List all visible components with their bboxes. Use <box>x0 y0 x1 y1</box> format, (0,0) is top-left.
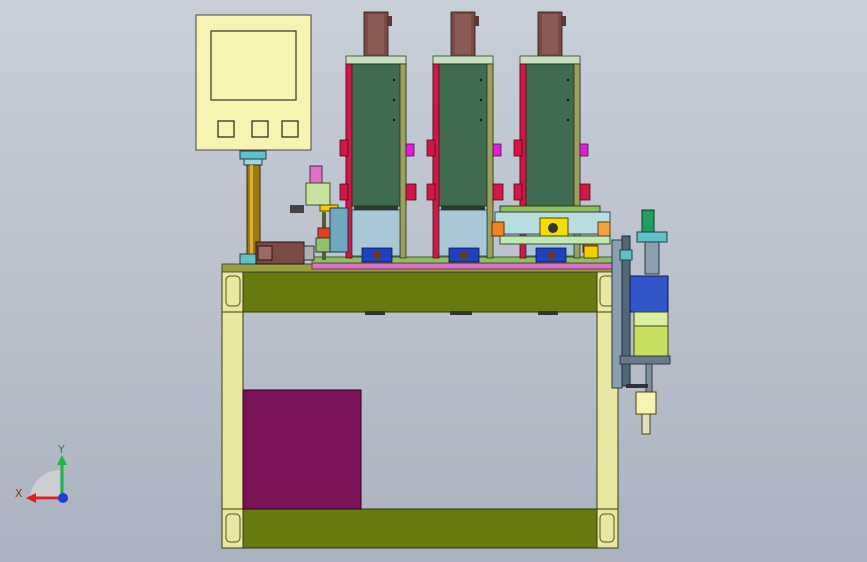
hmi-screen <box>210 30 297 101</box>
hmi-button-2[interactable] <box>251 120 269 138</box>
axis-triad: X Y <box>15 443 68 503</box>
hmi-button-1[interactable] <box>217 120 235 138</box>
triad-y-label: Y <box>57 443 65 456</box>
cad-viewport[interactable]: X Y <box>0 0 867 562</box>
frame-bottom-beam <box>242 508 598 549</box>
hmi-panel <box>195 14 312 151</box>
servo-motor <box>255 241 315 265</box>
triad-x-label: X <box>15 487 23 500</box>
frame-top-beam <box>242 271 598 313</box>
triad-z-axis <box>58 493 68 503</box>
side-actuator <box>611 209 671 435</box>
hmi-button-3[interactable] <box>281 120 299 138</box>
electrical-cabinet <box>242 389 362 510</box>
spindle-column-1 <box>339 11 417 263</box>
